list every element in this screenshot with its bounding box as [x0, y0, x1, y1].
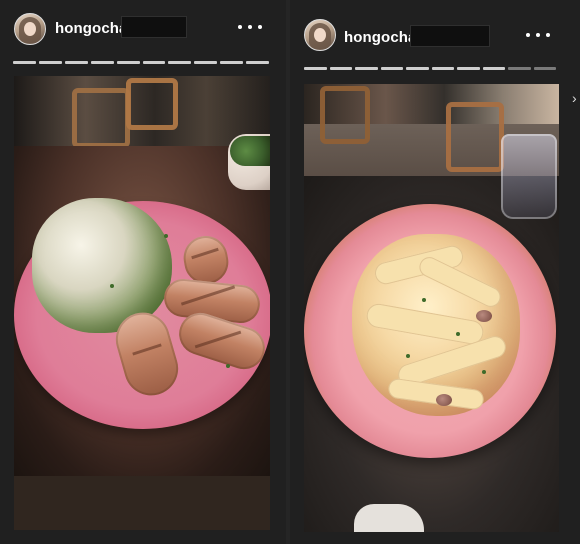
progress-segment: [246, 61, 270, 64]
chair-frame: [446, 102, 504, 172]
progress-segment: [406, 67, 429, 70]
more-dot: [526, 33, 530, 37]
story-card-right[interactable]: hongocha: [290, 0, 580, 544]
progress-segment: [482, 67, 505, 70]
progress-segment: [508, 67, 531, 70]
progress-segment: [168, 61, 192, 64]
username-right[interactable]: hongocha: [344, 29, 416, 46]
mushroom-piece: [436, 394, 452, 406]
profile-avatar-right[interactable]: [304, 19, 336, 51]
progress-segment: [13, 61, 36, 64]
herb-sprinkle: [406, 354, 410, 358]
mushroom-piece: [476, 310, 492, 322]
progress-segment: [355, 67, 378, 70]
water-glass: [501, 134, 557, 219]
story-progress-left: [13, 61, 270, 64]
story-header-left: hongocha: [0, 0, 286, 64]
progress-segment: [457, 67, 480, 70]
story-photo-left[interactable]: [14, 76, 270, 530]
progress-segment: [329, 67, 352, 70]
herb-sprinkle: [226, 364, 230, 368]
side-greens: [230, 136, 270, 166]
progress-segment: [38, 61, 62, 64]
progress-segment: [142, 61, 166, 64]
progress-segment: [220, 61, 244, 64]
herb-sprinkle: [456, 332, 460, 336]
chair-frame: [72, 88, 130, 148]
chair-frame: [126, 78, 178, 130]
herb-sprinkle: [422, 298, 426, 302]
more-icon[interactable]: [526, 29, 550, 41]
progress-segment: [380, 67, 403, 70]
herb-sprinkle: [164, 234, 168, 238]
napkin: [354, 504, 424, 532]
chevron-right-icon[interactable]: ›: [572, 91, 580, 105]
more-icon[interactable]: [238, 21, 262, 33]
herb-sprinkle: [482, 370, 486, 374]
progress-segment: [431, 67, 454, 70]
avatar-face-left: [24, 22, 36, 36]
progress-segment: [90, 61, 114, 64]
progress-segment: [116, 61, 140, 64]
redacted-name-right: [410, 25, 490, 47]
more-dot: [248, 25, 252, 29]
more-dot: [238, 25, 242, 29]
progress-segment: [194, 61, 218, 64]
chair-frame: [320, 86, 370, 144]
progress-segment: [304, 67, 327, 70]
profile-avatar-left[interactable]: [14, 13, 46, 45]
story-header-right: hongocha: [290, 0, 580, 70]
progress-segment: [533, 67, 556, 70]
story-card-left[interactable]: hongocha: [0, 0, 286, 544]
more-dot: [546, 33, 550, 37]
story-photo-right[interactable]: [304, 84, 559, 532]
username-left[interactable]: hongocha: [55, 20, 127, 37]
avatar-face-right: [314, 28, 326, 42]
instagram-stories-screenshot: hongocha hongocha ›: [0, 0, 580, 544]
progress-segment: [64, 61, 88, 64]
story-progress-right: [304, 67, 556, 70]
herb-sprinkle: [110, 284, 114, 288]
more-dot: [536, 33, 540, 37]
redacted-name-left: [121, 16, 187, 38]
more-dot: [258, 25, 262, 29]
